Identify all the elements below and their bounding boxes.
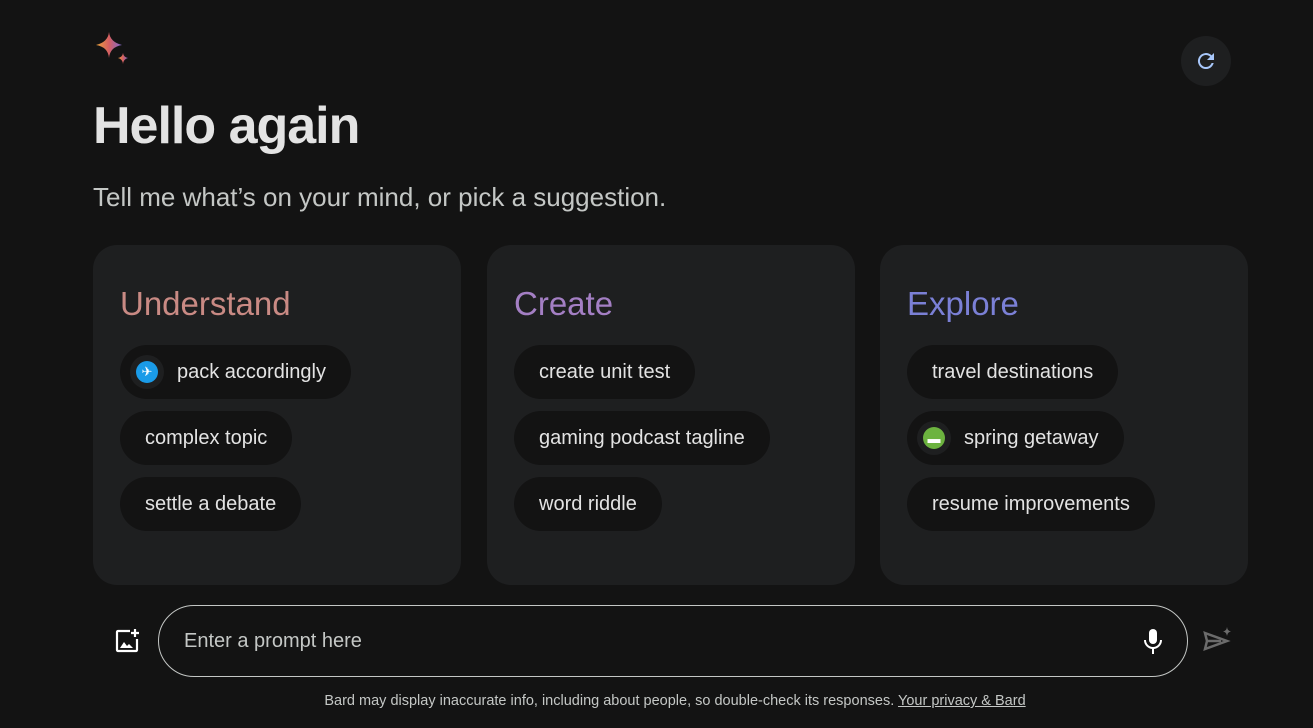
prompt-input[interactable]: [184, 629, 1187, 653]
page-subtitle: Tell me what’s on your mind, or pick a s…: [93, 182, 667, 212]
refresh-icon: [1197, 53, 1214, 70]
card-explore: Explore travel destinations ▬ spring geta…: [880, 245, 1248, 585]
card-title: Understand: [120, 285, 291, 322]
disclaimer-text: Bard may display inaccurate info, includ…: [324, 693, 895, 709]
microphone-icon: [1144, 629, 1162, 654]
bed-icon: ▬: [923, 427, 945, 449]
chip-label: spring getaway: [964, 426, 1099, 449]
card-title: Create: [514, 285, 614, 322]
privacy-link[interactable]: Your privacy & Bard: [898, 693, 1026, 709]
add-image-icon: [115, 629, 139, 653]
card-create: Create create unit test gaming podcast t…: [487, 245, 855, 585]
suggestion-chip[interactable]: settle a debate: [120, 477, 302, 531]
footer-disclaimer: Bard may display inaccurate info, includ…: [0, 693, 1313, 709]
suggestion-chip[interactable]: create unit test: [514, 345, 696, 399]
suggestion-chip[interactable]: ▬ spring getaway: [907, 411, 1124, 465]
suggestion-chip[interactable]: travel destinations: [907, 345, 1119, 399]
suggestion-chip[interactable]: word riddle: [514, 477, 662, 531]
send-icon: [1203, 627, 1231, 651]
suggestion-chip[interactable]: gaming podcast tagline: [514, 411, 770, 465]
suggestion-chip[interactable]: resume improvements: [907, 477, 1155, 531]
card-title: Explore: [907, 285, 1019, 322]
bard-sparkle-logo: [96, 32, 130, 71]
suggestion-chip[interactable]: ✈ pack accordingly: [120, 345, 351, 399]
upload-image-button[interactable]: [114, 628, 140, 659]
refresh-button[interactable]: [1181, 36, 1231, 86]
card-understand: Understand ✈ pack accordingly complex top…: [93, 245, 461, 585]
chip-label: pack accordingly: [177, 360, 326, 383]
send-button[interactable]: [1202, 626, 1234, 663]
page-title: Hello again: [93, 97, 360, 155]
suggestion-chip[interactable]: complex topic: [120, 411, 293, 465]
prompt-field[interactable]: [158, 605, 1188, 677]
microphone-button[interactable]: [1141, 628, 1165, 661]
airplane-icon: ✈: [136, 361, 158, 383]
